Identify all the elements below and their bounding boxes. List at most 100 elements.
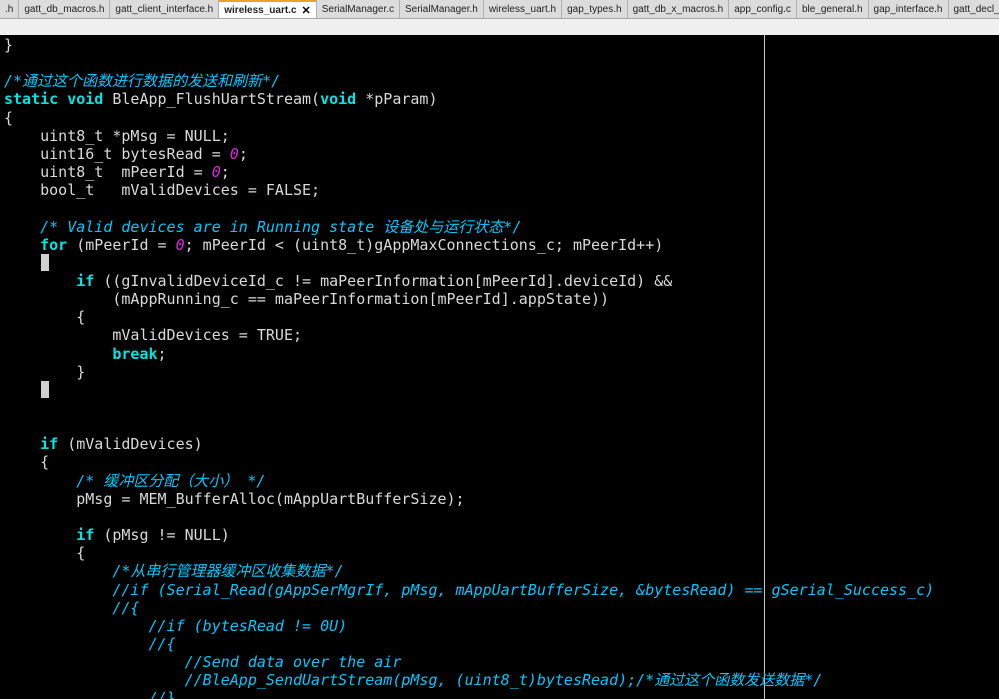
code-line[interactable]: //Send data over the air	[4, 653, 402, 672]
code-line[interactable]: //}	[4, 689, 176, 699]
code-token: //if (Serial_Read(gAppSerMgrIf, pMsg, mA…	[112, 580, 935, 599]
code-token: /* 缓冲区分配（大小） */	[76, 471, 266, 490]
code-line[interactable]: (mAppRunning_c == maPeerInformation[mPee…	[4, 290, 609, 308]
file-tab[interactable]: gatt_db_x_macros.h	[627, 0, 730, 18]
code-line[interactable]: for (mPeerId = 0; mPeerId < (uint8_t)gAp…	[4, 236, 663, 254]
file-tab[interactable]: wireless_uart.h	[483, 0, 563, 18]
file-tab-label: gatt_db_macros.h	[24, 3, 105, 15]
file-tab[interactable]: gatt_client_interface.h	[110, 0, 220, 18]
code-line[interactable]: if ((gInvalidDeviceId_c != maPeerInforma…	[4, 272, 672, 290]
code-token: void	[67, 90, 104, 109]
code-line[interactable]: break;	[4, 344, 167, 363]
code-token: {	[4, 308, 86, 327]
code-token: break	[112, 344, 158, 363]
code-line[interactable]: }	[4, 36, 13, 54]
code-token: ;	[157, 344, 167, 363]
file-tab[interactable]: SerialManager.c	[316, 0, 400, 18]
code-token: (pMsg != NULL)	[94, 526, 230, 545]
file-tab-label: gatt_client_interface.h	[115, 3, 214, 15]
file-tab-label: gatt_decl_x.h	[953, 3, 999, 15]
code-line[interactable]: uint8_t *pMsg = NULL;	[4, 127, 230, 145]
file-tab-label: app_config.c	[734, 3, 791, 15]
code-line[interactable]: /* 缓冲区分配（大小） */	[4, 472, 265, 490]
code-token: uint8_t *pMsg = NULL;	[4, 126, 230, 145]
code-editor[interactable]: } /*通过这个函数进行数据的发送和刷新*/static void BleApp_…	[0, 35, 999, 699]
code-token: uint8_t mPeerId =	[4, 163, 212, 182]
code-token: //{	[112, 598, 140, 617]
file-tab[interactable]: gatt_decl_x.h	[948, 0, 999, 18]
code-line[interactable]: {	[4, 453, 49, 471]
code-line[interactable]: uint8_t mPeerId = 0;	[4, 163, 230, 181]
code-token: if	[40, 435, 59, 454]
file-tab[interactable]: ble_general.h	[796, 0, 869, 18]
code-token: ; mPeerId < (uint8_t)gAppMaxConnections_…	[184, 235, 664, 254]
code-token: if	[76, 526, 95, 545]
code-line[interactable]: //if (bytesRead != 0U)	[4, 617, 348, 635]
code-line[interactable]: /*通过这个函数进行数据的发送和刷新*/	[4, 72, 280, 90]
code-line[interactable]: //BleApp_SendUartStream(pMsg, (uint8_t)b…	[4, 671, 823, 690]
file-tab[interactable]: gap_types.h	[562, 0, 628, 18]
right-margin-guide	[764, 35, 765, 699]
code-token: *pParam)	[356, 90, 438, 109]
code-line[interactable]: if (mValidDevices)	[4, 435, 203, 453]
file-tab-label: wireless_uart.c	[224, 4, 297, 16]
code-line[interactable]: //{	[4, 635, 176, 653]
code-token: for	[40, 235, 68, 254]
code-token: //BleApp_SendUartStream(pMsg, (uint8_t)b…	[184, 671, 823, 690]
code-token: (mAppRunning_c == maPeerInformation[mPee…	[4, 290, 610, 309]
code-line[interactable]: bool_t mValidDevices = FALSE;	[4, 181, 320, 199]
code-token: //{	[148, 634, 176, 653]
file-tab[interactable]: gatt_db_macros.h	[19, 0, 111, 18]
code-line[interactable]: uint16_t bytesRead = 0;	[4, 145, 248, 163]
code-token: (mValidDevices)	[58, 435, 203, 454]
code-line[interactable]: mValidDevices = TRUE;	[4, 326, 302, 344]
code-token: //Send data over the air	[184, 653, 402, 672]
code-line[interactable]: {	[4, 109, 13, 127]
code-token: static	[4, 90, 59, 109]
code-token: {	[4, 453, 50, 472]
file-tab[interactable]: .h	[0, 0, 20, 18]
file-tab[interactable]: wireless_uart.c ✕	[219, 0, 317, 18]
code-token: uint16_t bytesRead =	[4, 144, 230, 163]
code-token: mValidDevices = TRUE;	[4, 326, 303, 345]
code-line[interactable]: /* Valid devices are in Running state 设备…	[4, 218, 521, 236]
code-line[interactable]: {	[4, 544, 85, 562]
file-tab[interactable]: gap_interface.h	[868, 0, 949, 18]
file-tab-label: gap_types.h	[567, 3, 622, 15]
file-tab[interactable]: app_config.c	[729, 0, 797, 18]
code-token: ((gInvalidDeviceId_c != maPeerInformatio…	[94, 271, 673, 290]
code-line[interactable]: //{	[4, 599, 139, 617]
code-line[interactable]: if (pMsg != NULL)	[4, 526, 230, 544]
file-tab[interactable]: SerialManager.h	[400, 0, 484, 18]
code-token: /* Valid devices are in Running state 设备…	[40, 217, 522, 236]
toolbar-gap	[0, 19, 999, 35]
code-token: 0	[175, 235, 185, 254]
code-token: /*通过这个函数进行数据的发送和刷新*/	[4, 72, 281, 91]
code-token: {	[4, 544, 86, 563]
code-line[interactable]: //if (Serial_Read(gAppSerMgrIf, pMsg, mA…	[4, 581, 934, 599]
code-line[interactable]: }	[4, 363, 85, 381]
close-icon[interactable]: ✕	[302, 4, 311, 17]
code-line[interactable]: pMsg = MEM_BufferAlloc(mAppUartBufferSiz…	[4, 490, 464, 508]
code-token: bool_t mValidDevices = FALSE;	[4, 181, 321, 200]
file-tab-label: gatt_db_x_macros.h	[632, 3, 724, 15]
code-token: BleApp_FlushUartStream(	[103, 90, 321, 109]
code-token: }	[4, 36, 14, 54]
code-token: /*从串行管理器缓冲区收集数据*/	[112, 562, 344, 581]
code-line[interactable]: /*从串行管理器缓冲区收集数据*/	[4, 562, 344, 581]
file-tab-label: wireless_uart.h	[488, 3, 557, 15]
code-token: if	[76, 271, 95, 290]
code-line[interactable]: static void BleApp_FlushUartStream(void …	[4, 90, 438, 108]
code-line[interactable]: {	[4, 308, 85, 326]
